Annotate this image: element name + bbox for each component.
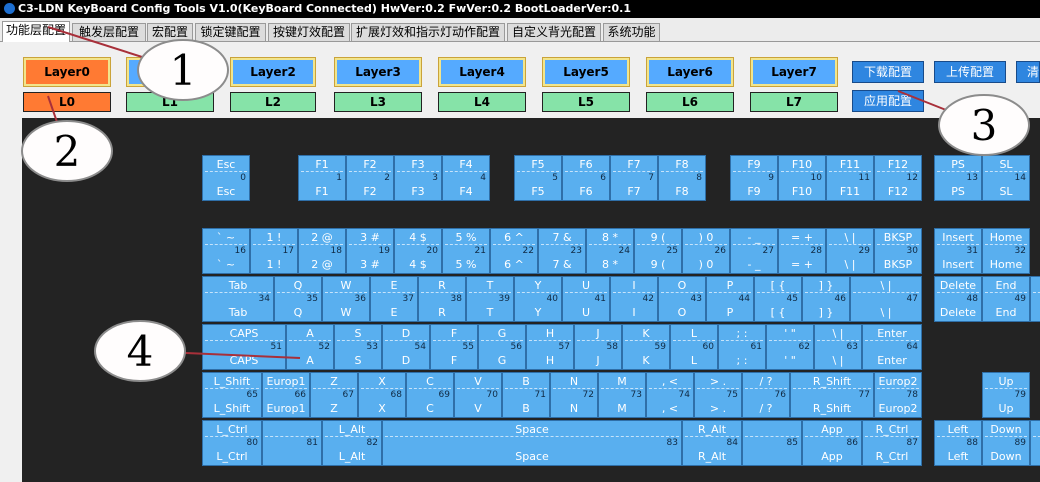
callout-4: 4 [94,320,301,382]
callout-2-label: 2 [54,127,81,176]
callout-4-label: 4 [127,327,154,376]
callout-1: 1 [47,26,229,101]
callout-2: 2 [21,95,113,182]
annotation-overlay: 1 2 3 4 [21,26,1030,382]
callout-3: 3 [897,90,1030,156]
callout-1-label: 1 [170,46,197,95]
callout-3-label: 3 [971,101,998,150]
